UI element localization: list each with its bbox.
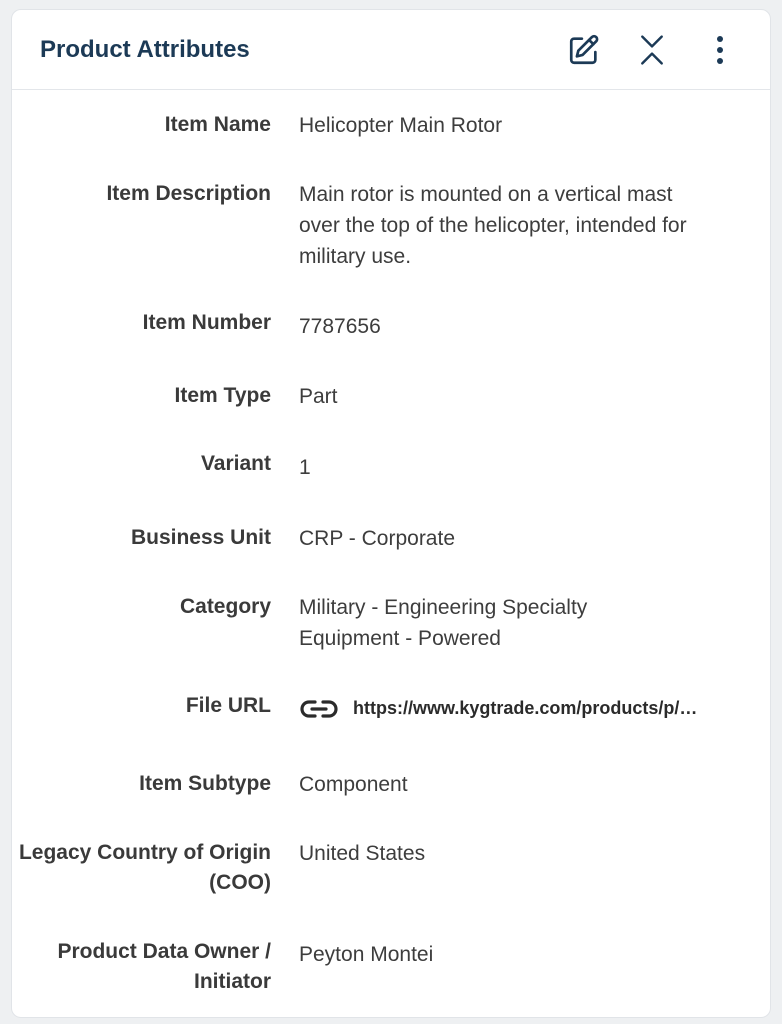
attribute-value: Main rotor is mounted on a vertical mast… <box>299 183 687 268</box>
attribute-label: Item Type <box>174 384 271 407</box>
attribute-label: Item Description <box>106 182 271 205</box>
edit-button[interactable] <box>562 28 606 72</box>
attribute-value: United States <box>299 842 426 865</box>
attribute-row-item-type: Item Type Part <box>12 381 770 449</box>
attribute-label: File URL <box>185 694 271 717</box>
attribute-value: Military - Engineering Specialty Equipme… <box>299 596 588 650</box>
attribute-row-variant: Variant 1 <box>12 449 770 523</box>
attribute-value: Part <box>299 385 338 408</box>
attribute-value: 1 <box>299 456 311 479</box>
more-options-button[interactable] <box>698 28 742 72</box>
attribute-label: Variant <box>200 452 271 475</box>
attribute-row-product-data-owner: Product Data Owner / Initiator Peyton Mo… <box>12 937 770 1017</box>
attribute-value: Peyton Montei <box>299 943 434 966</box>
edit-icon <box>569 34 599 64</box>
attribute-row-file-url: File URL https://www.kygtrade.com/produc… <box>12 691 770 769</box>
attribute-value: Component <box>299 773 408 796</box>
file-url-text[interactable]: https://www.kygtrade.com/products/p/… <box>353 693 697 724</box>
attribute-label: Category <box>179 595 271 618</box>
attribute-label: Item Number <box>142 311 271 334</box>
card-header: Product Attributes <box>12 10 770 90</box>
attribute-row-item-number: Item Number 7787656 <box>12 308 770 381</box>
attribute-row-business-unit: Business Unit CRP - Corporate <box>12 523 770 592</box>
attribute-row-category: Category Military - Engineering Specialt… <box>12 592 770 691</box>
collapse-icon <box>641 34 663 65</box>
header-actions <box>562 28 742 72</box>
attribute-label: Legacy Country of Origin (COO) <box>18 841 271 894</box>
attribute-label: Product Data Owner / Initiator <box>57 940 271 993</box>
attribute-label: Item Subtype <box>139 772 271 795</box>
more-vertical-icon <box>717 35 723 64</box>
product-attributes-card: Product Attributes Item Name Helicopter … <box>11 9 771 1018</box>
attribute-row-item-subtype: Item Subtype Component <box>12 769 770 838</box>
file-url-link[interactable]: https://www.kygtrade.com/products/p/… <box>299 691 759 724</box>
attribute-row-legacy-country-of-origin: Legacy Country of Origin (COO) United St… <box>12 838 770 937</box>
attribute-value: 7787656 <box>299 315 381 338</box>
attribute-value: Helicopter Main Rotor <box>299 114 503 137</box>
attribute-label: Item Name <box>164 113 271 136</box>
attribute-row-item-name: Item Name Helicopter Main Rotor <box>12 110 770 179</box>
collapse-button[interactable] <box>630 28 674 72</box>
attribute-list: Item Name Helicopter Main Rotor Item Des… <box>12 90 770 1017</box>
card-title: Product Attributes <box>40 35 250 63</box>
attribute-label: Business Unit <box>130 526 271 549</box>
link-icon <box>300 699 338 718</box>
attribute-row-item-description: Item Description Main rotor is mounted o… <box>12 179 770 308</box>
attribute-value: CRP - Corporate <box>299 527 456 550</box>
